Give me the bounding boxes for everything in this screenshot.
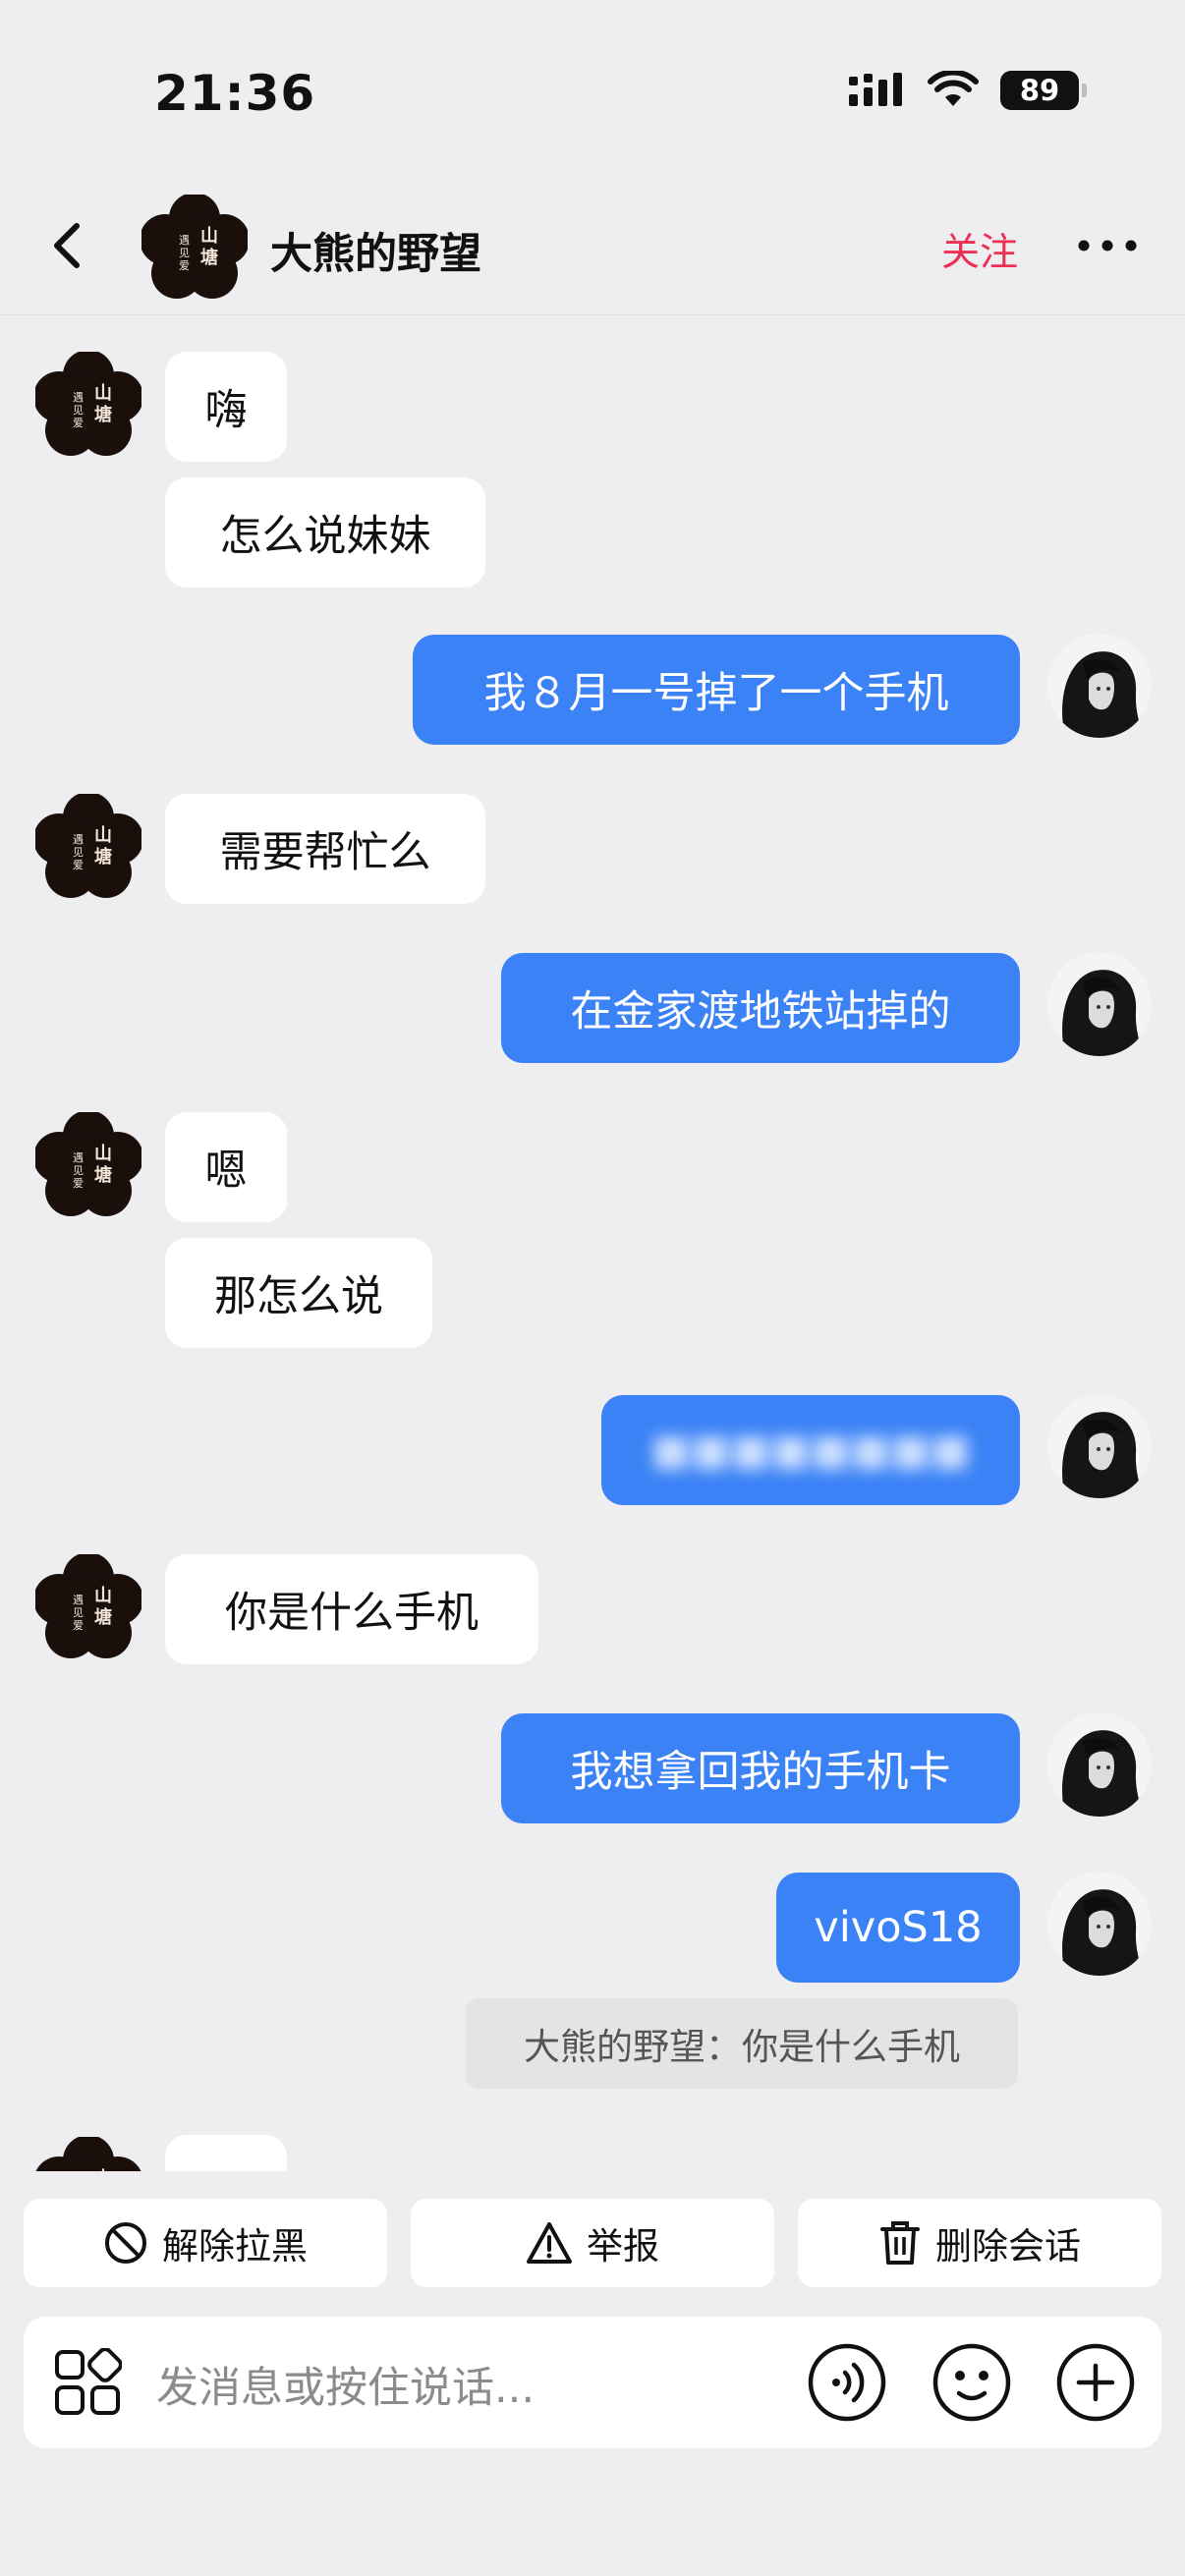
message-input[interactable]: 发消息或按住说话...: [156, 2354, 535, 2415]
message-bubble-in[interactable]: 你是什么手机: [165, 1554, 538, 1664]
warning-icon: [527, 2222, 572, 2264]
self-avatar[interactable]: [1047, 634, 1152, 738]
wifi-icon: [928, 71, 979, 106]
blurred-content: ■■■■■■■■: [650, 1426, 971, 1475]
self-avatar[interactable]: [1047, 1872, 1152, 1976]
message-input-bar: 发消息或按住说话...: [24, 2317, 1161, 2448]
header-avatar[interactable]: 山 塘 遇 见 爱: [141, 195, 248, 301]
report-label: 举报: [587, 2225, 659, 2268]
message-bubble-out[interactable]: 我８月一号掉了一个手机: [413, 635, 1020, 745]
message-bubble-out[interactable]: 我想拿回我的手机卡: [501, 1713, 1020, 1823]
signal-icon: [849, 73, 902, 106]
svg-text:山: 山: [200, 226, 218, 247]
trash-icon: [880, 2221, 920, 2265]
sender-avatar[interactable]: [35, 352, 141, 458]
chat-header: 山 塘 遇 见 爱 大熊的野望 关注: [0, 177, 1185, 315]
svg-text:塘: 塘: [200, 247, 218, 268]
message-bubble-out-blurred[interactable]: ■■■■■■■■: [601, 1395, 1020, 1505]
chat-screen: 21:36 89 山 塘 遇 见 爱 大熊的野望 关注 嗨 怎么说妹妹 我８月一…: [0, 0, 1185, 2576]
apps-icon[interactable]: [53, 2348, 122, 2417]
quoted-message[interactable]: 大熊的野望：你是什么手机: [466, 1998, 1018, 2089]
unblock-button[interactable]: 解除拉黑: [24, 2199, 387, 2287]
svg-text:爱: 爱: [179, 259, 190, 272]
emoji-icon[interactable]: [930, 2340, 1014, 2425]
svg-text:遇: 遇: [179, 234, 190, 247]
svg-text:见: 见: [179, 247, 190, 259]
status-icons: 89: [847, 71, 1087, 110]
sender-avatar[interactable]: [35, 1554, 141, 1660]
sender-avatar[interactable]: [35, 2137, 141, 2171]
report-button[interactable]: 举报: [411, 2199, 774, 2287]
delete-label: 删除会话: [935, 2225, 1081, 2268]
back-icon[interactable]: [39, 216, 98, 275]
unblock-label: 解除拉黑: [162, 2225, 308, 2268]
message-bubble-in[interactable]: 嗯: [165, 1112, 287, 1222]
follow-button[interactable]: 关注: [941, 222, 1018, 277]
message-bubble-out[interactable]: vivoS18: [776, 1873, 1020, 1983]
self-avatar[interactable]: [1047, 1394, 1152, 1498]
prohibit-icon: [105, 2222, 146, 2264]
sender-avatar[interactable]: [35, 794, 141, 900]
status-bar: 21:36 89: [0, 0, 1185, 177]
more-icon[interactable]: [1076, 224, 1139, 267]
page-title[interactable]: 大熊的野望: [270, 220, 481, 281]
message-bubble-out[interactable]: 在金家渡地铁站掉的: [501, 953, 1020, 1063]
status-time: 21:36: [154, 65, 316, 122]
battery-icon: 89: [1000, 71, 1087, 110]
partial-bubble: [165, 2135, 287, 2171]
message-bubble-in[interactable]: 需要帮忙么: [165, 794, 485, 904]
message-bubble-in[interactable]: 怎么说妹妹: [165, 477, 485, 588]
self-avatar[interactable]: [1047, 952, 1152, 1056]
message-bubble-in[interactable]: 那怎么说: [165, 1238, 432, 1348]
voice-icon[interactable]: [805, 2340, 889, 2425]
delete-chat-button[interactable]: 删除会话: [798, 2199, 1161, 2287]
self-avatar[interactable]: [1047, 1712, 1152, 1817]
plus-icon[interactable]: [1053, 2340, 1138, 2425]
sender-avatar[interactable]: [35, 1112, 141, 1218]
message-bubble-in[interactable]: 嗨: [165, 352, 287, 462]
partial-message-row: [0, 2127, 1185, 2171]
